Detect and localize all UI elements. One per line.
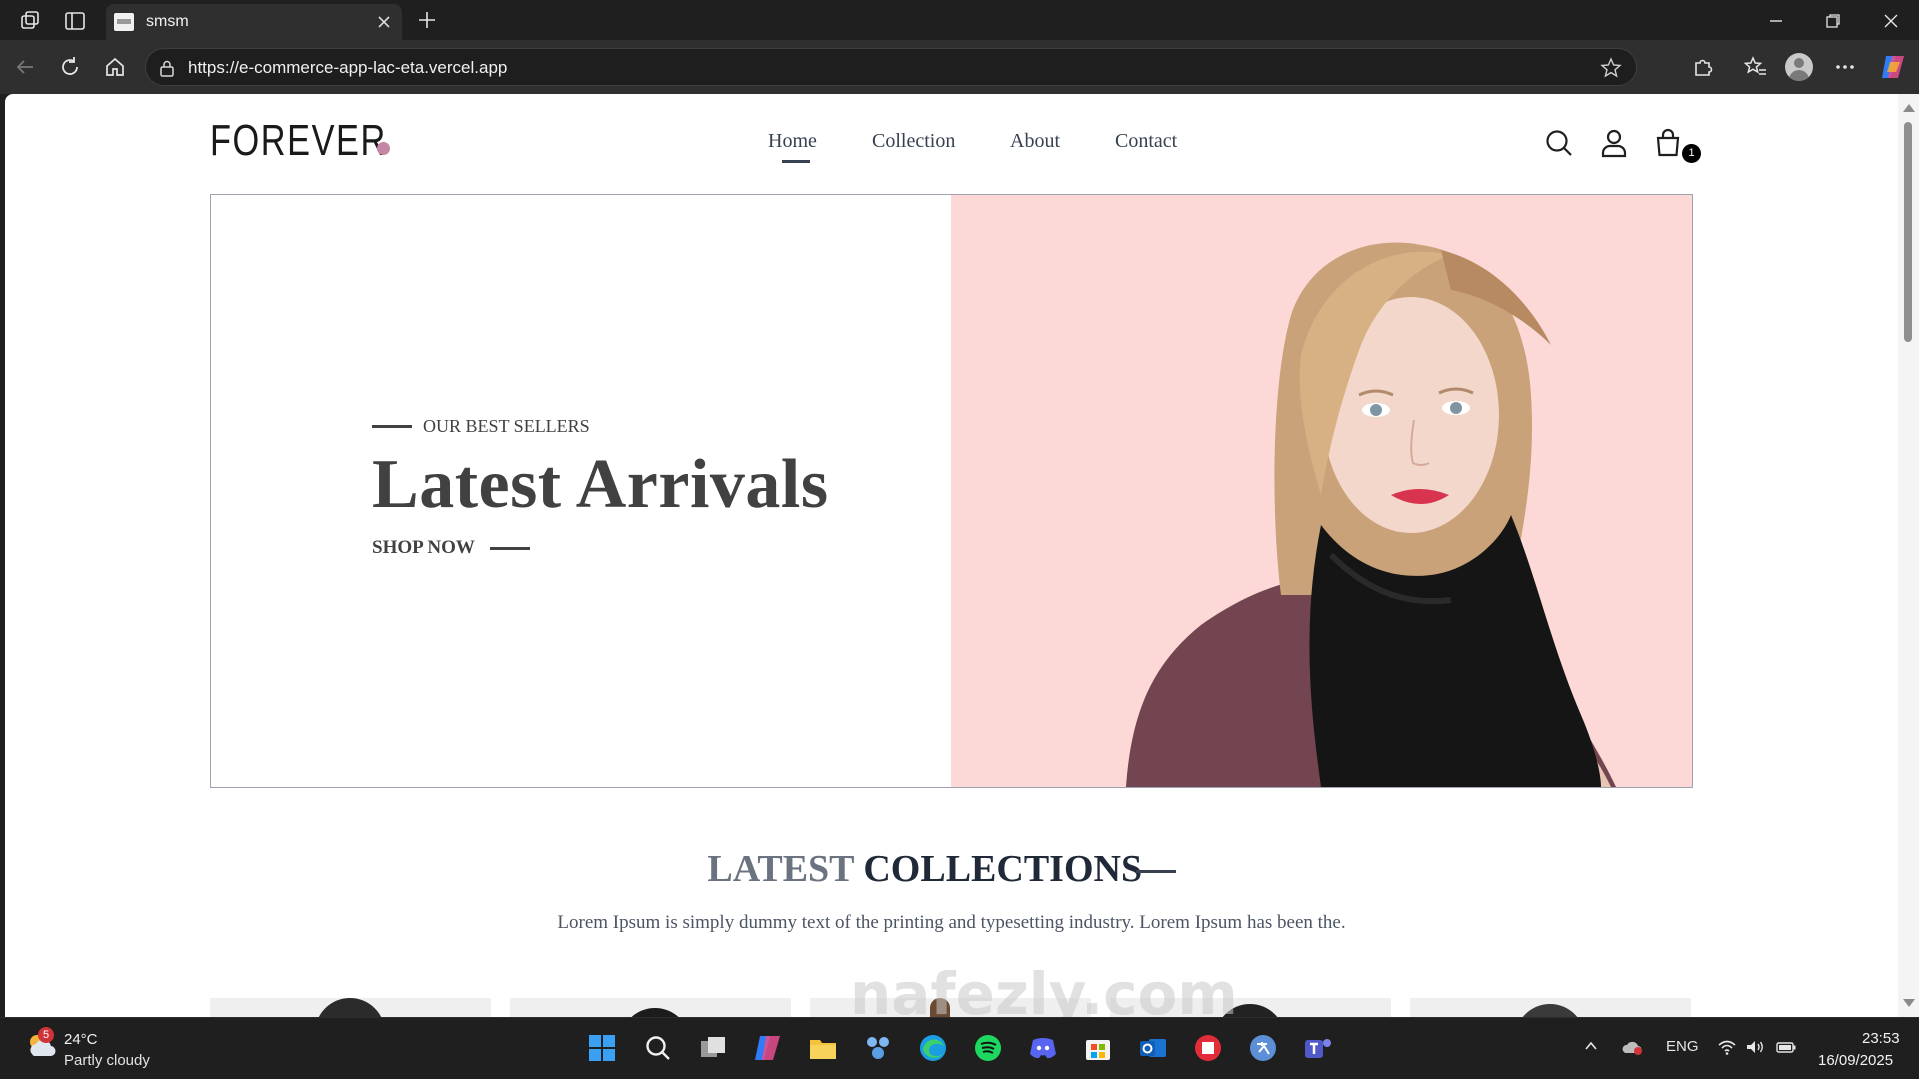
shop-now-link[interactable]: SHOP NOW xyxy=(372,537,475,559)
profile-avatar[interactable] xyxy=(1785,53,1813,81)
url-text[interactable]: https://e-commerce-app-lac-eta.vercel.ap… xyxy=(188,58,507,78)
shop-now-line xyxy=(490,547,530,550)
product-card[interactable] xyxy=(1410,998,1691,1017)
address-bar[interactable]: https://e-commerce-app-lac-eta.vercel.ap… xyxy=(145,48,1637,86)
lock-icon[interactable] xyxy=(158,59,176,77)
weather-condition[interactable]: Partly cloudy xyxy=(64,1052,150,1069)
hero-image xyxy=(951,195,1692,787)
workspaces-icon[interactable] xyxy=(17,8,43,34)
collections-description: Lorem Ipsum is simply dummy text of the … xyxy=(557,912,1346,933)
file-explorer-icon[interactable] xyxy=(807,1032,839,1064)
shopping-bag-icon[interactable] xyxy=(1652,127,1684,159)
collections-heading-dash xyxy=(1136,870,1176,873)
hero-text-panel: OUR BEST SELLERS Latest Arrivals SHOP NO… xyxy=(211,195,951,787)
windows-taskbar: 5 24°C Partly cloudy ENG 23:53 16/09/202… xyxy=(0,1017,1919,1079)
edge-browser-icon[interactable] xyxy=(917,1032,949,1064)
nav-collection[interactable]: Collection xyxy=(872,130,955,153)
scroll-up-arrow-icon[interactable] xyxy=(1903,104,1915,112)
vertical-tabs-icon[interactable] xyxy=(62,8,88,34)
close-window-icon[interactable] xyxy=(1878,8,1904,34)
profile-icon[interactable] xyxy=(1598,127,1630,159)
outlook-icon[interactable] xyxy=(1137,1032,1169,1064)
hero-banner: OUR BEST SELLERS Latest Arrivals SHOP NO… xyxy=(210,194,1693,788)
hero-title: Latest Arrivals xyxy=(372,446,829,523)
collections-heading: LATEST COLLECTIONS xyxy=(5,847,1898,891)
hero-model-illustration xyxy=(1126,242,1616,787)
page-scrollbar[interactable] xyxy=(1898,94,1919,1017)
onedrive-error-icon[interactable] xyxy=(1621,1038,1643,1056)
new-tab-icon[interactable] xyxy=(414,7,440,33)
translator-icon[interactable] xyxy=(1247,1032,1279,1064)
restore-icon[interactable] xyxy=(1820,8,1846,34)
scrollbar-thumb[interactable] xyxy=(1904,122,1912,342)
copilot-icon[interactable] xyxy=(1878,52,1908,82)
weather-temperature[interactable]: 24°C xyxy=(64,1031,98,1048)
copilot-taskbar-icon[interactable] xyxy=(752,1032,784,1064)
logo-dot xyxy=(377,142,390,155)
microsoft-store-icon[interactable] xyxy=(1082,1032,1114,1064)
clock-time[interactable]: 23:53 xyxy=(1862,1030,1900,1047)
wifi-icon[interactable] xyxy=(1717,1038,1737,1056)
clock-date[interactable]: 16/09/2025 xyxy=(1818,1052,1893,1069)
spotify-icon[interactable] xyxy=(972,1032,1004,1064)
volume-icon[interactable] xyxy=(1745,1038,1765,1056)
minimize-icon[interactable] xyxy=(1763,8,1789,34)
scroll-down-arrow-icon[interactable] xyxy=(1903,999,1915,1007)
home-icon[interactable] xyxy=(102,54,128,80)
office-app-icon[interactable] xyxy=(1192,1032,1224,1064)
close-tab-icon[interactable] xyxy=(372,10,396,34)
collections-heading-light: LATEST xyxy=(707,848,854,890)
browser-tab[interactable]: smsm xyxy=(106,4,402,40)
refresh-icon[interactable] xyxy=(57,54,83,80)
page-viewport: FOREVER Home Collection About Contact 1 … xyxy=(5,94,1898,1017)
tab-favicon xyxy=(114,13,134,31)
weather-alert-badge: 5 xyxy=(38,1027,54,1043)
back-arrow-icon[interactable] xyxy=(12,54,38,80)
discord-icon[interactable] xyxy=(1027,1032,1059,1064)
nav-contact[interactable]: Contact xyxy=(1115,130,1177,153)
eyebrow-line xyxy=(372,425,412,428)
browser-toolbar: https://e-commerce-app-lac-eta.vercel.ap… xyxy=(0,40,1919,94)
search-taskbar-icon[interactable] xyxy=(642,1032,674,1064)
input-language[interactable]: ENG xyxy=(1666,1038,1699,1055)
favorites-icon[interactable] xyxy=(1742,54,1768,80)
teams-icon[interactable] xyxy=(1302,1032,1334,1064)
nav-active-indicator xyxy=(782,160,810,163)
widgets-people-icon[interactable] xyxy=(862,1032,894,1064)
nav-home[interactable]: Home xyxy=(768,130,817,153)
site-logo[interactable]: FOREVER xyxy=(210,116,387,166)
show-hidden-icons-chevron-icon[interactable] xyxy=(1583,1038,1599,1054)
product-card[interactable] xyxy=(210,998,491,1017)
browser-tab-bar: smsm xyxy=(0,0,1919,40)
add-favorite-star-icon[interactable] xyxy=(1600,57,1622,79)
search-icon[interactable] xyxy=(1543,127,1575,159)
more-options-icon[interactable] xyxy=(1832,54,1858,80)
task-view-icon[interactable] xyxy=(697,1032,729,1064)
product-card[interactable] xyxy=(510,998,791,1017)
hero-eyebrow: OUR BEST SELLERS xyxy=(423,416,590,436)
cart-count-badge: 1 xyxy=(1682,144,1701,163)
extensions-puzzle-icon[interactable] xyxy=(1690,54,1716,80)
tab-title: smsm xyxy=(146,13,189,30)
collections-heading-dark: COLLECTIONS xyxy=(863,848,1143,890)
nav-about[interactable]: About xyxy=(1010,130,1060,153)
windows-start-icon[interactable] xyxy=(586,1032,618,1064)
battery-icon[interactable] xyxy=(1775,1038,1797,1056)
